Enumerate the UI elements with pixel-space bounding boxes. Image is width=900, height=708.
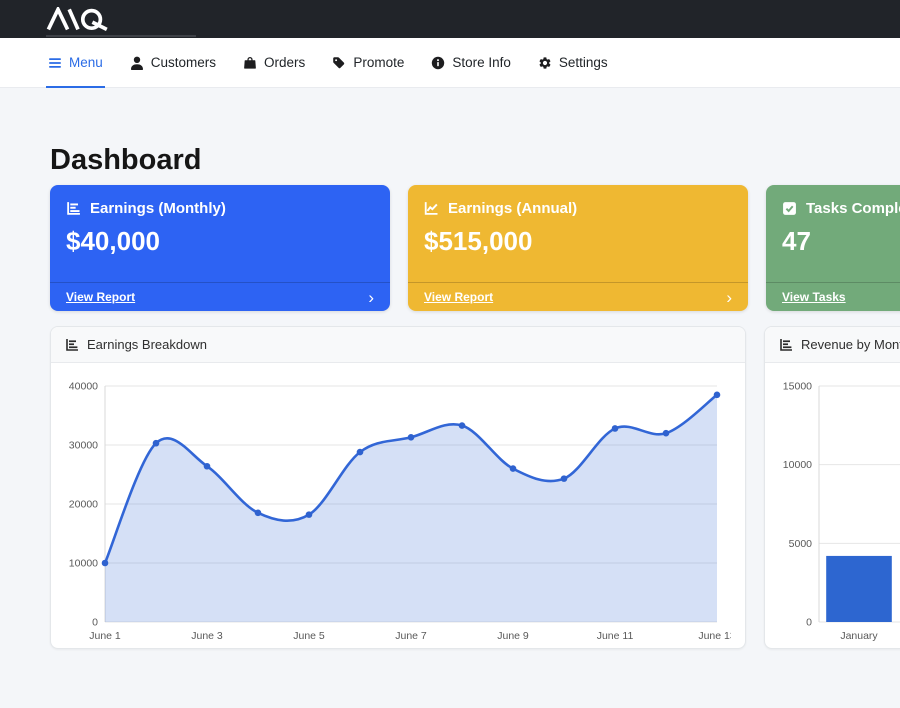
nav-item-customers[interactable]: Customers: [130, 38, 216, 87]
line-chart-icon: [424, 201, 439, 216]
info-circle-icon: [431, 56, 445, 70]
chart-card-header: Earnings Breakdown: [51, 327, 745, 363]
check-square-icon: [782, 201, 797, 216]
nav-item-label: Settings: [559, 55, 608, 70]
svg-text:June 11: June 11: [597, 630, 634, 642]
view-report-label: View Report: [66, 290, 135, 304]
person-icon: [130, 56, 144, 70]
stat-card-tasks-completed: Tasks Completed 47 View Tasks ›: [766, 185, 900, 311]
view-report-label: View Report: [424, 290, 493, 304]
stat-card-header: Tasks Completed: [766, 185, 900, 217]
stat-card-header: Earnings (Monthly): [50, 185, 390, 217]
stat-card-title: Tasks Completed: [806, 200, 900, 217]
svg-text:January: January: [840, 630, 878, 642]
charts-row: Earnings Breakdown 0 10000 20000 30000 40000…: [50, 326, 900, 649]
stat-card-value: $40,000: [50, 217, 390, 282]
nav-item-label: Orders: [264, 55, 305, 70]
tag-icon: [332, 56, 346, 70]
view-tasks-label: View Tasks: [782, 290, 846, 304]
svg-text:June 1: June 1: [89, 630, 121, 642]
svg-text:June 7: June 7: [395, 630, 427, 642]
nav-item-settings[interactable]: Settings: [538, 38, 608, 87]
chevron-right-icon: ›: [368, 289, 374, 306]
svg-text:40000: 40000: [69, 381, 98, 393]
horizontal-bar-chart-icon: [66, 201, 81, 216]
revenue-by-month-card: Revenue by Month 0 5000 10000 15000 January: [764, 326, 900, 649]
chart-title: Revenue by Month: [801, 337, 900, 352]
svg-text:June 3: June 3: [191, 630, 223, 642]
stat-card-title: Earnings (Annual): [448, 200, 577, 217]
stat-card-value: $515,000: [408, 217, 748, 282]
view-report-link[interactable]: View Report ›: [50, 282, 390, 311]
main-content: Dashboard Earnings (Monthly) $40,000 Vie…: [0, 144, 900, 649]
page-title: Dashboard: [50, 144, 900, 177]
svg-text:20000: 20000: [69, 499, 98, 511]
nav-item-store-info[interactable]: Store Info: [431, 38, 511, 87]
chevron-right-icon: ›: [726, 289, 732, 306]
nav-item-label: Menu: [69, 55, 103, 70]
chart-title: Earnings Breakdown: [87, 337, 207, 352]
topbar: [0, 0, 900, 38]
svg-text:June 13: June 13: [698, 630, 731, 642]
svg-text:15000: 15000: [783, 381, 812, 393]
earnings-breakdown-chart: 0 10000 20000 30000 40000 June 1 June 3 June 5 J…: [59, 372, 731, 648]
nav-item-orders[interactable]: Orders: [243, 38, 305, 87]
stat-card-value: 47: [766, 217, 900, 282]
nav-item-promote[interactable]: Promote: [332, 38, 404, 87]
svg-text:30000: 30000: [69, 440, 98, 452]
svg-text:10000: 10000: [69, 558, 98, 570]
nav-item-menu[interactable]: Menu: [48, 38, 103, 87]
stat-card-title: Earnings (Monthly): [90, 200, 226, 217]
revenue-by-month-chart: 0 5000 10000 15000 January: [773, 372, 900, 648]
gear-icon: [538, 56, 552, 70]
chart-body: 0 10000 20000 30000 40000 June 1 June 3 June 5 J…: [51, 363, 745, 649]
svg-text:10000: 10000: [783, 459, 812, 471]
logo-underline: [46, 35, 196, 37]
nav-item-label: Customers: [151, 55, 216, 70]
hamburger-icon: [48, 56, 62, 70]
svg-text:June 5: June 5: [293, 630, 325, 642]
logo: [46, 7, 126, 31]
main-nav: Menu Customers Orders Promote Store Info…: [0, 38, 900, 88]
shopping-bag-icon: [243, 56, 257, 70]
chart-body: 0 5000 10000 15000 January: [765, 363, 900, 649]
chart-card-header: Revenue by Month: [765, 327, 900, 363]
nav-item-label: Promote: [353, 55, 404, 70]
svg-text:June 9: June 9: [497, 630, 529, 642]
nav-item-label: Store Info: [452, 55, 511, 70]
stat-cards-row: Earnings (Monthly) $40,000 View Report ›…: [50, 185, 900, 311]
stat-card-header: Earnings (Annual): [408, 185, 748, 217]
stat-card-earnings-annual: Earnings (Annual) $515,000 View Report ›: [408, 185, 748, 311]
view-report-link[interactable]: View Report ›: [408, 282, 748, 311]
horizontal-bar-chart-icon: [65, 338, 79, 352]
svg-text:0: 0: [806, 617, 812, 629]
earnings-breakdown-card: Earnings Breakdown 0 10000 20000 30000 40000…: [50, 326, 746, 649]
stat-card-earnings-monthly: Earnings (Monthly) $40,000 View Report ›: [50, 185, 390, 311]
horizontal-bar-chart-icon: [779, 338, 793, 352]
view-tasks-link[interactable]: View Tasks ›: [766, 282, 900, 311]
svg-text:5000: 5000: [789, 538, 813, 550]
svg-text:0: 0: [92, 617, 98, 629]
